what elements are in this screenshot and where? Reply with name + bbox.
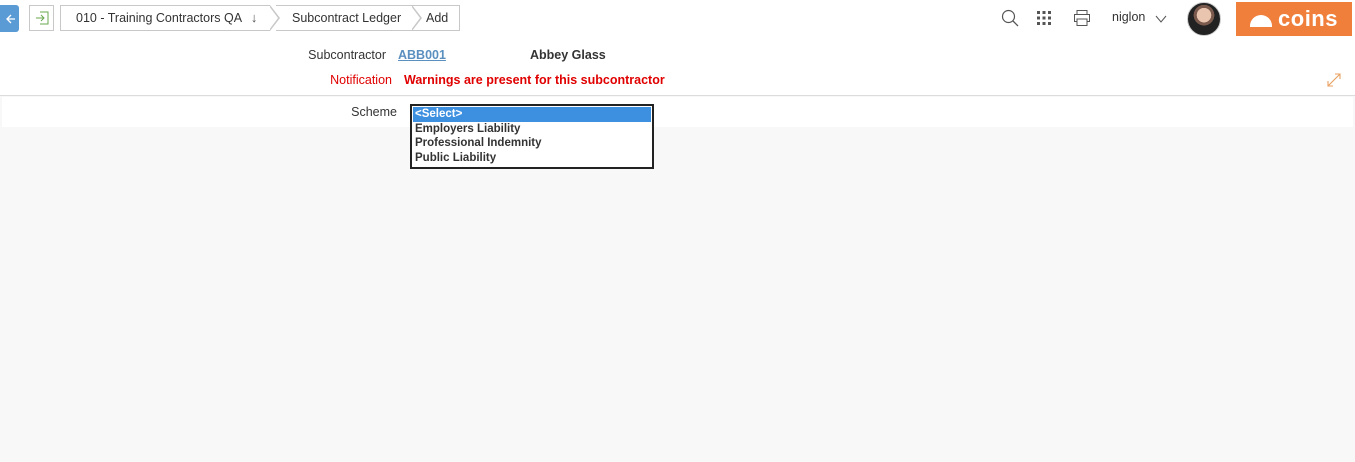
printer-icon[interactable] (1072, 8, 1092, 28)
search-icon[interactable] (1000, 8, 1020, 28)
scheme-option-professional-indemnity[interactable]: Professional Indemnity (413, 136, 651, 151)
breadcrumb-company[interactable]: 010 - Training Contractors QA ↓ (60, 5, 280, 31)
scheme-listbox[interactable]: <Select> Employers Liability Professiona… (410, 104, 654, 169)
breadcrumb-company-label: 010 - Training Contractors QA (76, 11, 242, 25)
scheme-option-select[interactable]: <Select> (413, 107, 651, 122)
coins-logo: coins (1236, 2, 1352, 36)
subcontractor-code-link[interactable]: ABB001 (398, 48, 446, 62)
subcontractor-label: Subcontractor (308, 48, 386, 62)
breadcrumb-add-label: Add (426, 11, 449, 25)
subcontractor-header: Subcontractor ABB001 Abbey Glass Notific… (0, 38, 1355, 96)
breadcrumb-ledger[interactable]: Subcontract Ledger (276, 5, 422, 31)
hard-hat-icon (1250, 15, 1273, 27)
subcontractor-name: Abbey Glass (530, 48, 606, 62)
notification-label: Notification (330, 73, 392, 87)
arrow-left-icon (5, 14, 15, 23)
menu-button[interactable] (29, 5, 54, 31)
apps-grid-icon[interactable] (1034, 8, 1054, 28)
user-name[interactable]: niglon (1112, 10, 1145, 24)
expand-icon[interactable] (1326, 72, 1342, 93)
scheme-label: Scheme (351, 105, 397, 119)
chevron-down-icon[interactable] (1155, 11, 1167, 29)
breadcrumb-ledger-label: Subcontract Ledger (292, 11, 402, 25)
logo-text: coins (1278, 6, 1338, 31)
top-bar: 010 - Training Contractors QA ↓ Subcontr… (0, 0, 1355, 38)
avatar[interactable] (1187, 2, 1221, 36)
scheme-option-employers-liability[interactable]: Employers Liability (413, 122, 651, 137)
notification-message: Warnings are present for this subcontrac… (404, 73, 665, 87)
back-button[interactable] (0, 5, 19, 32)
scheme-row: Scheme (2, 97, 1353, 127)
arrow-down-icon[interactable]: ↓ (251, 6, 258, 30)
scheme-option-public-liability[interactable]: Public Liability (413, 151, 651, 166)
sign-in-icon (35, 11, 48, 25)
